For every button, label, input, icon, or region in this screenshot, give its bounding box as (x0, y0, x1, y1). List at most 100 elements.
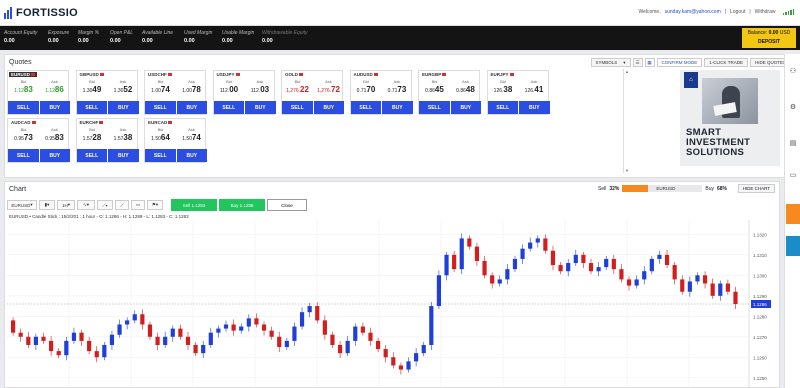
one-click-trade-button[interactable]: 1-CLICK TRADE (704, 58, 748, 67)
buy-button[interactable]: BUY (108, 101, 139, 114)
sell-percent: 32% (609, 185, 620, 192)
scroll-down-icon[interactable]: ▼ (624, 168, 630, 173)
candle (657, 254, 662, 259)
hide-chart-button[interactable]: HIDE CHART (737, 184, 775, 193)
sell-button[interactable]: SELL (145, 101, 176, 114)
bid-price: 1.5064 (151, 133, 170, 142)
ask-label: Ask (462, 79, 469, 84)
logout-link[interactable]: Logout (730, 9, 745, 15)
settings-icon[interactable]: ⚙ (789, 104, 797, 112)
promo-banner[interactable]: ⌂ SMART INVESTMENT SOLUTIONS (680, 70, 780, 166)
buy-button[interactable]: BUY (39, 149, 70, 162)
buy-button[interactable]: BUY (519, 101, 550, 114)
quotes-scrollbar[interactable]: ▲ ▼ (623, 69, 629, 173)
sell-button[interactable]: SELL (8, 149, 39, 162)
candle-type-icon[interactable]: ▮▾ (39, 200, 55, 210)
flag-icon (31, 73, 36, 77)
buy-button[interactable]: BUY (245, 101, 276, 114)
quote-tile-usdjpy[interactable]: USDJPY Bid 112.00 Ask 112.03 SELL BUY (212, 70, 276, 115)
symbols-dropdown[interactable]: SYMBOLS ▾ (590, 58, 631, 67)
bid-label: Bid (500, 79, 506, 84)
candle (512, 258, 518, 270)
sell-button[interactable]: SELL (8, 101, 39, 114)
bid-label: Bid (363, 79, 369, 84)
candle (64, 340, 69, 356)
buy-button[interactable]: BUY (176, 101, 207, 114)
buy-button[interactable]: BUY (313, 101, 344, 114)
deposit-button[interactable]: DEPOSIT (746, 38, 792, 46)
crosshair-icon[interactable]: ⟋ (115, 200, 129, 210)
person-icon[interactable]: ⚇ (789, 68, 797, 76)
quote-tile-eurgbp[interactable]: EURGBP Bid 0.8645 Ask 0.8648 SELL BUY (418, 70, 481, 115)
flag-icon (373, 73, 378, 77)
candle (429, 306, 434, 345)
candle (254, 318, 259, 325)
calendar-icon[interactable]: ▤ (789, 140, 797, 148)
sell-button[interactable]: SELL (145, 149, 176, 162)
candle (125, 320, 130, 325)
document-icon[interactable]: ▭ (789, 172, 797, 180)
usable-margin: Usable Margin 0.00 (222, 30, 254, 44)
quote-tile-gold[interactable]: GOLD Bid 1,276.22 Ask 1,276.72 SELL BUY (281, 70, 344, 115)
chart-symbol-select[interactable]: EURUSD ▾ (7, 200, 37, 210)
buy-button[interactable]: BUY (450, 101, 481, 114)
sell-button[interactable]: SELL (419, 101, 450, 114)
sell-button[interactable]: SELL (76, 101, 107, 114)
sell-button[interactable]: SELL (350, 101, 381, 114)
usable-margin-label: Usable Margin (222, 30, 255, 36)
screenshot-icon[interactable]: ▭ (131, 200, 145, 210)
quote-tile-usdchf[interactable]: USDCHF Bid 1.0074 Ask 1.0078 SELL BUY (144, 70, 207, 115)
buy-percent: 68% (716, 185, 727, 192)
scroll-up-icon[interactable]: ▲ (624, 69, 630, 74)
bid-column: Bid 0.7170 (351, 79, 382, 94)
ask-column: Ask 1,276.72 (313, 79, 344, 94)
quote-tile-gbpusd[interactable]: GBPUSD Bid 1.3049 Ask 1.3052 SELL BUY (75, 70, 139, 115)
flag-icon (442, 73, 447, 77)
sell-button[interactable]: SELL (213, 101, 244, 114)
candlestick-chart[interactable]: 1.1320 1.1310 1.1300 1.1290 1.1280 1.1270 1.12… (7, 220, 775, 388)
chart-sell-button[interactable]: Sell 1.1283 (171, 199, 217, 211)
buy-button[interactable]: BUY (382, 101, 413, 114)
promo-text: SMART INVESTMENT SOLUTIONS (686, 128, 750, 158)
ask-column: Ask 0.8648 (450, 79, 481, 94)
grid-view-icon[interactable]: ▦ (644, 58, 655, 67)
candle (634, 279, 639, 286)
buy-button[interactable]: BUY (39, 101, 70, 114)
orange-tab-icon[interactable] (786, 204, 800, 224)
quote-tile-eurchf[interactable]: EURCHF Bid 1.5728 Ask 1.5738 SELL BUY (75, 118, 139, 163)
list-view-icon[interactable]: ☰ (632, 58, 643, 67)
quote-tile-audcad[interactable]: AUDCAD Bid 0.9573 Ask 0.9583 SELL BUY (7, 118, 70, 163)
buy-button[interactable]: BUY (176, 149, 207, 162)
confirm-mode-button[interactable]: CONFIRM MODE (656, 58, 703, 67)
logo[interactable]: FORTISSIO (4, 6, 78, 20)
chart-panel: Chart Sell 32% EURUSD Buy 68% HIDE CHART… (4, 181, 780, 388)
flag-select-icon[interactable]: ⚑▾ (147, 200, 163, 210)
quote-tile-eurcad[interactable]: EURCAD Bid 1.5064 Ask 1.5074 SELL BUY (144, 118, 207, 163)
bid-label: Bid (89, 127, 95, 132)
user-email[interactable]: sunday.kam@yahoo.com (665, 9, 721, 15)
bid-column: Bid 126.38 (488, 79, 519, 94)
interval-select[interactable]: 1H ▾ (57, 200, 75, 210)
quote-tile-eurusd[interactable]: EURUSD Bid 1.1283 Ask 1.1286 SELL BUY (7, 70, 70, 115)
y-tick-label: 1.1310 (753, 253, 767, 258)
ask-column: Ask 126.41 (519, 79, 550, 94)
chart-close-button[interactable]: Close (267, 199, 307, 211)
chart-title: Chart (9, 186, 27, 193)
buy-button[interactable]: BUY (108, 149, 139, 162)
sell-button[interactable]: SELL (487, 101, 518, 114)
top-header: FORTISSIO Welcome, sunday.kam@yahoo.com … (0, 0, 800, 26)
candle (581, 254, 586, 264)
sell-button[interactable]: SELL (76, 149, 107, 162)
margin-percent: Margin % 0.00 (78, 30, 99, 44)
sell-button[interactable]: SELL (282, 101, 313, 114)
quote-tile-audusd[interactable]: AUDUSD Bid 0.7170 Ask 0.7173 SELL BUY (349, 70, 413, 115)
blue-tab-icon[interactable] (786, 236, 800, 256)
sentiment-symbol: EURUSD (656, 186, 676, 191)
indicator-icon[interactable]: ∿▾ (77, 200, 95, 210)
tile-symbol: EURCAD (146, 120, 174, 125)
quote-tile-eurjpy[interactable]: EURJPY Bid 126.38 Ask 126.41 SELL BUY (486, 70, 550, 115)
withdraw-link[interactable]: Withdraw (755, 9, 776, 15)
draw-tool-icon[interactable]: ⟋▾ (97, 200, 113, 210)
flag-icon (99, 73, 104, 77)
chart-buy-button[interactable]: Buy 1.1286 (219, 199, 265, 211)
